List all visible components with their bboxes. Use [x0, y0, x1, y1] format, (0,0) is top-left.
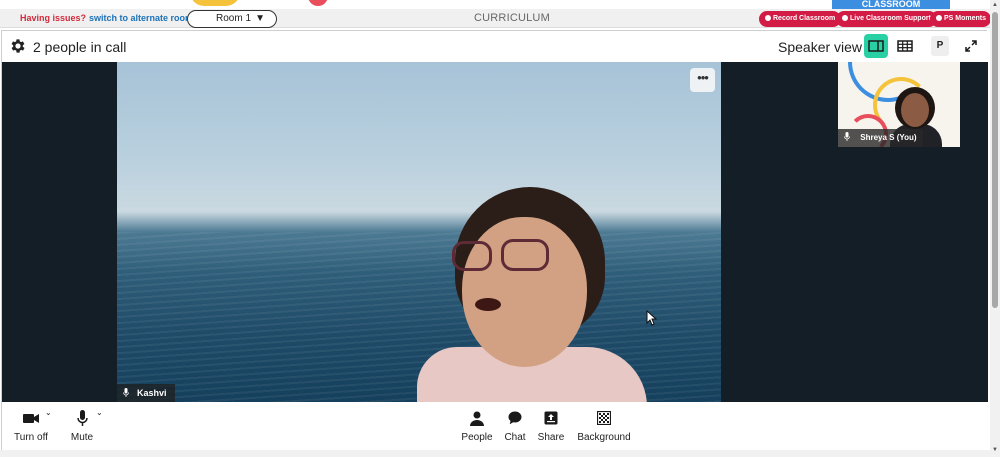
- people-label: People: [461, 432, 493, 443]
- microphone-icon: [76, 410, 88, 426]
- camera-options-chevron-icon[interactable]: ⌄: [45, 408, 52, 417]
- room-select[interactable]: Room 1 ▼: [187, 10, 277, 28]
- scrollbar-thumb[interactable]: [992, 12, 998, 308]
- main-participant-tag: Kashvi: [117, 384, 175, 402]
- grid-view-button[interactable]: [893, 34, 917, 58]
- microphone-icon: [123, 384, 129, 402]
- plus-icon: [936, 15, 942, 21]
- view-mode-label: Speaker view: [778, 39, 863, 55]
- gear-icon[interactable]: [9, 37, 27, 55]
- chat-button[interactable]: Chat: [502, 408, 528, 443]
- self-participant-name: Shreya S (You): [860, 133, 917, 142]
- issues-text: Having issues?: [20, 13, 87, 23]
- classroom-banner: CLASSROOM: [832, 0, 950, 9]
- live-support-button[interactable]: Live Classroom Support: [836, 11, 937, 27]
- background-label: Background: [577, 432, 631, 443]
- decor-arc-yellow: [190, 0, 240, 6]
- caret-down-icon: ▼: [255, 13, 265, 24]
- mouse-cursor-icon: [646, 310, 658, 326]
- record-classroom-button[interactable]: Record Classroom: [759, 11, 842, 27]
- share-label: Share: [537, 432, 565, 443]
- alternate-room-link[interactable]: switch to alternate room: [89, 13, 193, 23]
- self-participant-tag: Shreya S (You): [838, 129, 923, 147]
- participant-mouth: [475, 298, 501, 311]
- chat-bubble-icon: [508, 411, 522, 425]
- issues-notice: Having issues? switch to alternate room: [20, 13, 193, 23]
- live-support-label: Live Classroom Support: [850, 15, 931, 22]
- speaker-layout-icon: [868, 40, 884, 52]
- record-classroom-label: Record Classroom: [773, 15, 836, 22]
- share-screen-icon: [544, 411, 558, 425]
- ps-moments-button[interactable]: PS Moments: [930, 11, 992, 27]
- chat-label: Chat: [504, 432, 526, 443]
- speaker-view-button[interactable]: [864, 34, 888, 58]
- self-face: [901, 93, 929, 127]
- vertical-scrollbar[interactable]: ▲ ▼: [990, 0, 1000, 457]
- page: Having issues? switch to alternate room R…: [0, 0, 1000, 457]
- grid-layout-icon: [897, 40, 913, 52]
- plus-icon: [842, 15, 848, 21]
- video-stage: ••• Kashvi Shreya S (You): [2, 62, 988, 402]
- room-select-value: Room 1: [216, 13, 252, 24]
- plus-icon: [765, 15, 771, 21]
- glasses-right: [501, 239, 549, 271]
- top-bar: Having issues? switch to alternate room R…: [0, 9, 992, 28]
- self-video-tile[interactable]: Shreya S (You): [838, 62, 960, 147]
- main-video-tile: •••: [117, 62, 721, 402]
- camera-toggle-label: Turn off: [14, 432, 48, 443]
- scroll-up-icon[interactable]: ▲: [992, 2, 998, 10]
- presenter-badge[interactable]: P: [931, 36, 949, 56]
- call-panel: 2 people in call Speaker view P ••• Kash…: [1, 30, 988, 453]
- call-header: 2 people in call Speaker view P: [2, 31, 988, 62]
- share-button[interactable]: Share: [537, 408, 565, 443]
- main-participant-name: Kashvi: [137, 388, 167, 398]
- background-pattern-icon: [597, 411, 611, 425]
- mic-options-chevron-icon[interactable]: ⌄: [96, 408, 103, 417]
- people-button[interactable]: People: [460, 408, 494, 443]
- mute-label: Mute: [70, 432, 94, 443]
- horizontal-scrollbar[interactable]: [0, 450, 990, 457]
- call-toolbar: Turn off ⌄ Mute ⌄ People Chat Share Back…: [2, 402, 988, 452]
- glasses-left: [452, 241, 492, 271]
- camera-icon: [23, 413, 39, 423]
- camera-toggle-button[interactable]: Turn off: [13, 408, 49, 443]
- expand-icon: [965, 40, 977, 52]
- ps-moments-label: PS Moments: [944, 15, 987, 22]
- decor-arc-red: [308, 0, 328, 6]
- person-icon: [470, 411, 484, 426]
- more-options-button[interactable]: •••: [690, 68, 715, 92]
- mute-button[interactable]: Mute: [68, 408, 96, 443]
- microphone-icon: [844, 132, 852, 142]
- background-button[interactable]: Background: [575, 408, 633, 443]
- scroll-down-icon[interactable]: ▼: [992, 447, 998, 455]
- people-count: 2 people in call: [33, 39, 127, 55]
- section-title: CURRICULUM: [474, 12, 550, 24]
- fullscreen-button[interactable]: [959, 34, 983, 58]
